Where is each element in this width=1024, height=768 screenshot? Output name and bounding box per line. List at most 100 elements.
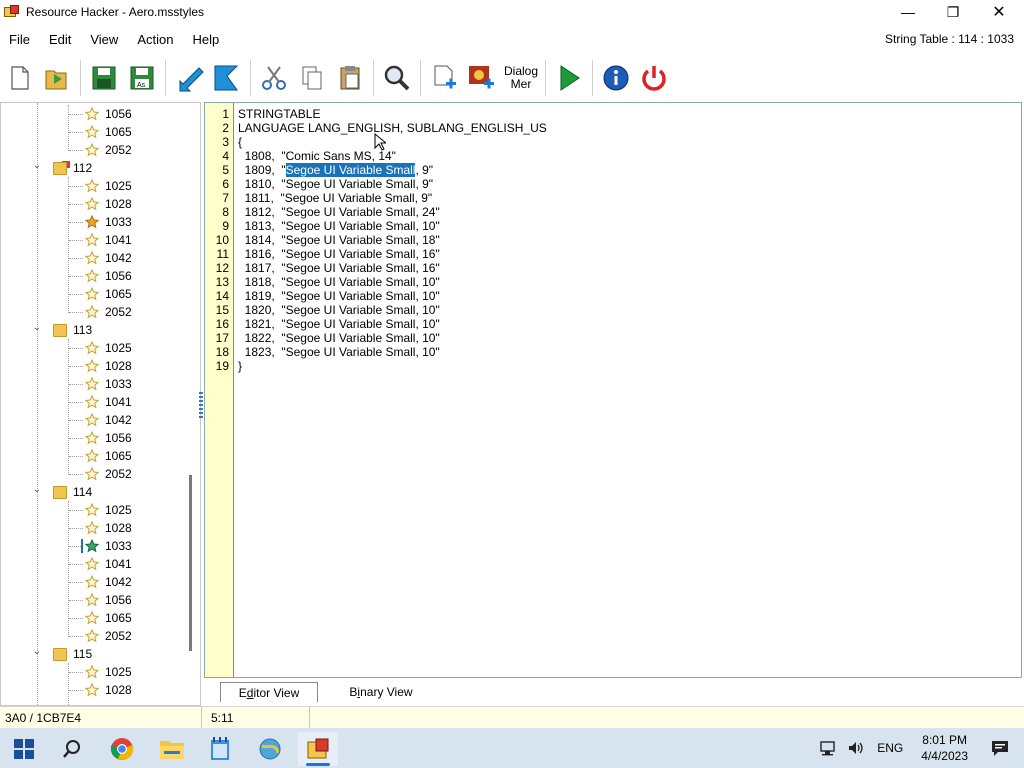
code-line[interactable]: 1808, "Comic Sans MS, 14" xyxy=(238,149,396,163)
volume-icon[interactable] xyxy=(847,739,865,757)
code-line[interactable]: 1813, "Segoe UI Variable Small, 10" xyxy=(238,219,440,233)
tree-scrollbar-thumb[interactable] xyxy=(189,475,192,651)
tree-leaf-node[interactable]: 1056 xyxy=(85,591,132,609)
bookmark-button[interactable] xyxy=(208,58,246,98)
dialog-merger-button[interactable]: Dialog Mer xyxy=(501,58,541,98)
code-line[interactable]: 1817, "Segoe UI Variable Small, 16" xyxy=(238,261,440,275)
tree-leaf-node[interactable]: 1065 xyxy=(85,447,132,465)
add-image-resource-button[interactable] xyxy=(463,58,501,98)
tree-connector xyxy=(69,150,83,151)
tree-leaf-node[interactable]: 1025 xyxy=(85,501,132,519)
code-line[interactable]: STRINGTABLE xyxy=(238,107,320,121)
menu-help[interactable]: Help xyxy=(183,32,229,47)
app-taskbar-button[interactable] xyxy=(250,732,290,766)
tree-leaf-node[interactable]: 1025 xyxy=(85,663,132,681)
back-button[interactable] xyxy=(170,58,208,98)
line-number: 13 xyxy=(215,275,229,289)
tree-leaf-node[interactable]: 1028 xyxy=(85,195,132,213)
tree-connector xyxy=(68,339,69,475)
code-line[interactable]: 1816, "Segoe UI Variable Small, 16" xyxy=(238,247,440,261)
tree-leaf-node[interactable]: 1033 xyxy=(85,213,132,231)
tree-folder-node[interactable]: ⌄ 113 xyxy=(31,321,92,339)
tree-leaf-node[interactable]: 1041 xyxy=(85,555,132,573)
tree-folder-node[interactable]: ⌄ 115 xyxy=(31,645,92,663)
input-language-indicator[interactable]: ENG xyxy=(877,741,903,755)
cut-button[interactable] xyxy=(255,58,293,98)
tree-leaf-node[interactable]: 1065 xyxy=(85,123,132,141)
code-line[interactable]: 1818, "Segoe UI Variable Small, 10" xyxy=(238,275,440,289)
open-folder-icon xyxy=(45,70,67,90)
open-file-button[interactable] xyxy=(38,58,76,98)
tree-leaf-node[interactable]: 1025 xyxy=(85,177,132,195)
about-button[interactable] xyxy=(597,58,635,98)
tree-leaf-node[interactable]: 1042 xyxy=(85,573,132,591)
save-button[interactable] xyxy=(85,58,123,98)
close-button[interactable]: ✕ xyxy=(976,0,1022,24)
minimize-button[interactable]: — xyxy=(885,0,931,24)
code-line[interactable]: 1820, "Segoe UI Variable Small, 10" xyxy=(238,303,440,317)
chrome-taskbar-button[interactable] xyxy=(102,732,142,766)
code-line[interactable]: } xyxy=(238,359,242,373)
tree-leaf-node[interactable]: 1028 xyxy=(85,519,132,537)
save-as-button[interactable]: As xyxy=(123,58,161,98)
add-resource-button[interactable] xyxy=(425,58,463,98)
copy-button[interactable] xyxy=(293,58,331,98)
script-editor[interactable]: 1 2 3 4 5 6 7 8 9 10 11 12 13 14 15 16 17 18 19 STRINGTABL… xyxy=(204,102,1022,678)
notepad-taskbar-button[interactable] xyxy=(200,732,240,766)
compile-run-button[interactable] xyxy=(550,58,588,98)
pane-splitter[interactable] xyxy=(199,392,203,420)
tree-leaf-node[interactable]: 1028 xyxy=(85,357,132,375)
tree-leaf-node[interactable]: 1065 xyxy=(85,609,132,627)
menu-view[interactable]: View xyxy=(81,32,128,47)
code-line[interactable]: 1809, "Segoe UI Variable Small, 9" xyxy=(238,163,433,177)
menu-edit[interactable]: Edit xyxy=(40,32,81,47)
tree-leaf-node[interactable]: 1056 xyxy=(85,267,132,285)
find-button[interactable] xyxy=(378,58,416,98)
exit-button[interactable] xyxy=(635,58,673,98)
tree-folder-node[interactable]: ⌄ 114 xyxy=(31,483,92,501)
tree-leaf-node[interactable]: 2052 xyxy=(85,627,132,645)
tree-leaf-node[interactable]: 1042 xyxy=(85,249,132,267)
tree-leaf-node[interactable]: 1056 xyxy=(85,105,132,123)
code-line[interactable]: 1814, "Segoe UI Variable Small, 18" xyxy=(238,233,440,247)
tree-leaf-node[interactable]: 1042 xyxy=(85,411,132,429)
resource-hacker-taskbar-button[interactable] xyxy=(298,732,338,766)
tree-leaf-node[interactable]: 2052 xyxy=(85,465,132,483)
code-line[interactable]: 1819, "Segoe UI Variable Small, 10" xyxy=(238,289,440,303)
menu-file[interactable]: File xyxy=(0,32,40,47)
tree-leaf-node[interactable]: 2052 xyxy=(85,141,132,159)
tree-leaf-node[interactable]: 1056 xyxy=(85,429,132,447)
tree-leaf-node[interactable]: 1033 xyxy=(85,537,132,555)
code-line[interactable]: 1821, "Segoe UI Variable Small, 10" xyxy=(238,317,440,331)
resource-tree[interactable]: 1056 1065 2052 ⌄ 112 1025 1028 1033 1041 1042 1056… xyxy=(0,102,201,706)
code-line[interactable]: { xyxy=(238,135,242,149)
start-button[interactable] xyxy=(4,732,44,766)
tree-leaf-node[interactable]: 1028 xyxy=(85,681,132,699)
new-file-button[interactable] xyxy=(0,58,38,98)
network-icon[interactable] xyxy=(819,739,837,757)
restore-button[interactable]: ❐ xyxy=(930,0,976,24)
paste-button[interactable] xyxy=(331,58,369,98)
code-line[interactable]: 1823, "Segoe UI Variable Small, 10" xyxy=(238,345,440,359)
tree-folder-node[interactable]: ⌄ 112 xyxy=(31,159,92,177)
tree-leaf-node[interactable]: 1041 xyxy=(85,393,132,411)
tree-node-label: 1056 xyxy=(105,269,132,283)
search-icon xyxy=(63,740,80,758)
tree-leaf-node[interactable]: 1033 xyxy=(85,375,132,393)
tab-binary-view[interactable]: Bi nary View xyxy=(332,682,430,702)
tab-editor-view[interactable]: Ed itor View xyxy=(220,682,318,702)
code-line[interactable]: 1822, "Segoe UI Variable Small, 10" xyxy=(238,331,440,345)
tree-leaf-node[interactable]: 2052 xyxy=(85,303,132,321)
clock[interactable]: 8:01 PM 4/4/2023 xyxy=(921,732,968,764)
search-button[interactable] xyxy=(52,732,92,766)
code-line[interactable]: 1811, "Segoe UI Variable Small, 9" xyxy=(238,191,433,205)
tree-leaf-node[interactable]: 1065 xyxy=(85,285,132,303)
notification-icon[interactable] xyxy=(990,738,1010,758)
code-line[interactable]: 1810, "Segoe UI Variable Small, 9" xyxy=(238,177,433,191)
tree-leaf-node[interactable]: 1025 xyxy=(85,339,132,357)
menu-action[interactable]: Action xyxy=(128,32,183,47)
file-explorer-taskbar-button[interactable] xyxy=(152,732,192,766)
code-line[interactable]: 1812, "Segoe UI Variable Small, 24" xyxy=(238,205,440,219)
tree-leaf-node[interactable]: 1041 xyxy=(85,231,132,249)
code-line[interactable]: LANGUAGE LANG_ENGLISH, SUBLANG_ENGLISH_U… xyxy=(238,121,547,135)
